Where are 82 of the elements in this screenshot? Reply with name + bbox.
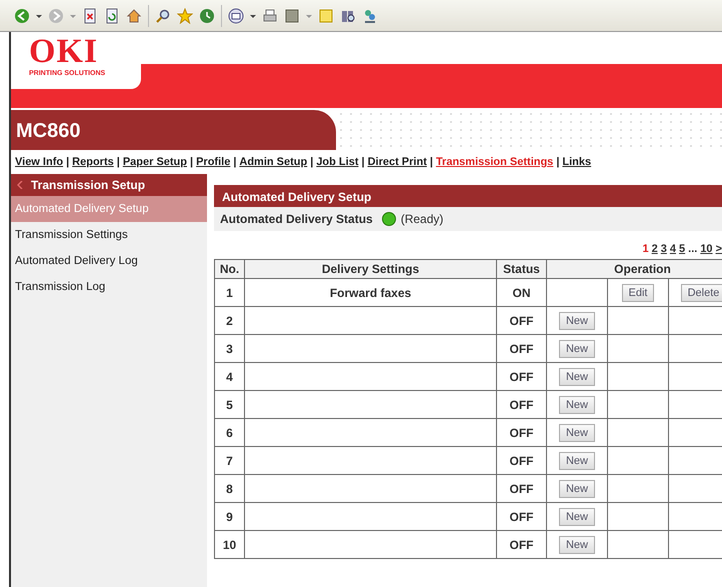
nav-separator: | [361,156,365,168]
table-cell: OFF [496,334,546,362]
column-header: Status [496,260,546,278]
page-link[interactable]: 10 [700,243,713,257]
page-link[interactable]: 3 [660,243,667,257]
nav-link[interactable]: Profile [196,156,230,168]
sidebar-item[interactable]: Transmission Log [11,274,207,300]
table-cell: 10 [214,530,244,558]
nav-link[interactable]: Reports [72,156,114,168]
star-icon[interactable] [177,8,193,24]
table-cell: 6 [214,418,244,446]
column-header: Delivery Settings [244,260,496,278]
table-cell: OFF [496,390,546,418]
nav-separator: | [66,156,70,168]
sidebar-item[interactable]: Transmission Settings [11,222,207,248]
nav-separator: | [116,156,120,168]
mail-icon[interactable] [228,8,244,24]
page-link[interactable]: 1 [642,243,649,257]
nav-link[interactable]: View Info [15,156,64,168]
refresh-icon[interactable] [104,8,120,24]
nav-separator: | [430,156,433,168]
new-button[interactable]: New [558,424,595,442]
edit-button[interactable]: Edit [622,284,654,302]
sidebar-item[interactable]: Automated Delivery Log [11,248,207,274]
page-link[interactable]: > [716,243,722,257]
search-icon[interactable] [155,8,171,24]
nav-link[interactable]: Transmission Settings [436,156,554,168]
table-cell: Forward faxes [244,278,496,306]
table-cell: OFF [496,362,546,390]
new-button[interactable]: New [558,312,595,330]
new-button[interactable]: New [558,536,595,554]
caret-icon[interactable] [36,12,42,18]
page-link[interactable]: 5 [679,243,686,257]
nav-separator: | [233,156,236,168]
table-cell: OFF [496,306,546,334]
nav-link[interactable]: Paper Setup [122,156,187,168]
table-cell: ON [496,278,546,306]
status-text: (Ready) [400,212,444,226]
table-cell: 4 [214,362,244,390]
table-cell: 3 [214,334,244,362]
history-icon[interactable] [199,8,215,24]
status-label: Automated Delivery Status [220,212,373,226]
table-cell: 2 [214,306,244,334]
logo-wordmark: OKI [29,38,100,66]
table-cell: OFF [496,530,546,558]
nav-link[interactable]: Job List [316,156,358,168]
nav-link[interactable]: Admin Setup [239,156,308,168]
model-title: MC860 [11,110,336,150]
new-button[interactable]: New [558,396,595,414]
home-icon[interactable] [126,8,142,24]
table-cell: 8 [214,474,244,502]
nav-separator: | [310,156,314,168]
table-cell: 9 [214,502,244,530]
table-cell: 5 [214,390,244,418]
page-link[interactable]: 2 [652,243,658,257]
table-cell: OFF [496,418,546,446]
new-button[interactable]: New [558,480,595,498]
nav-link[interactable]: Links [562,156,592,168]
new-button[interactable]: New [558,452,595,470]
page-link[interactable]: 4 [670,243,676,257]
delete-button[interactable]: Delete [680,284,722,302]
nav-separator: | [556,156,560,168]
caret-icon[interactable] [250,12,256,18]
sidebar-title: Transmission Setup [31,178,146,192]
nav-link[interactable]: Direct Print [368,156,427,168]
table-cell: OFF [496,474,546,502]
column-header: Operation [546,260,722,278]
pagination-ellipsis: ... [688,243,698,257]
chevron-icon [17,181,23,189]
print-icon[interactable] [262,8,278,24]
table-cell: OFF [496,446,546,474]
panel-header: Automated Delivery Setup [214,185,722,207]
new-button[interactable]: New [558,340,595,358]
table-cell: 7 [214,446,244,474]
table-cell: 1 [214,278,244,306]
column-header: No. [214,260,244,278]
back-icon[interactable] [14,8,30,24]
new-button[interactable]: New [558,368,595,386]
table-cell: OFF [496,502,546,530]
new-button[interactable]: New [558,508,595,526]
stop-icon[interactable] [82,8,98,24]
nav-separator: | [190,156,194,168]
